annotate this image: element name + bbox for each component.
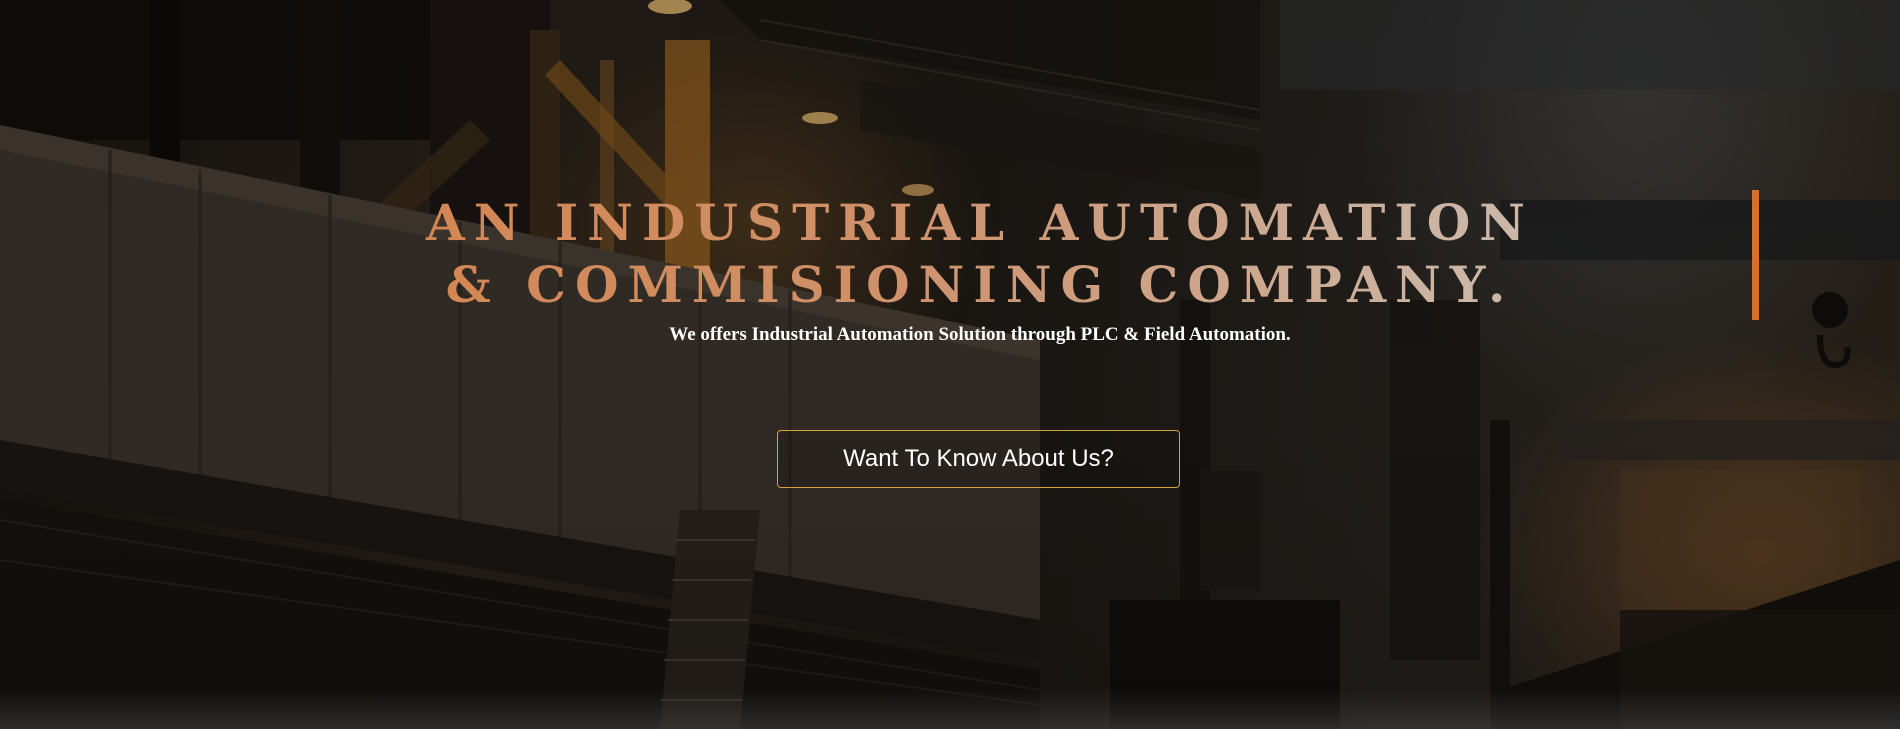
hero-subtitle: We offers Industrial Automation Solution… bbox=[669, 324, 1291, 345]
hero-headline: AN INDUSTRIAL AUTOMATION & COMMISIONING … bbox=[0, 192, 1900, 316]
hero-content: AN INDUSTRIAL AUTOMATION & COMMISIONING … bbox=[0, 0, 1900, 729]
headline-line-2: & COMMISIONING COMPANY. bbox=[445, 255, 1515, 314]
hero-section: AN INDUSTRIAL AUTOMATION & COMMISIONING … bbox=[0, 0, 1900, 729]
accent-bar bbox=[1752, 190, 1759, 320]
headline-line-1: AN INDUSTRIAL AUTOMATION bbox=[426, 193, 1534, 252]
about-us-button[interactable]: Want To Know About Us? bbox=[777, 430, 1180, 488]
